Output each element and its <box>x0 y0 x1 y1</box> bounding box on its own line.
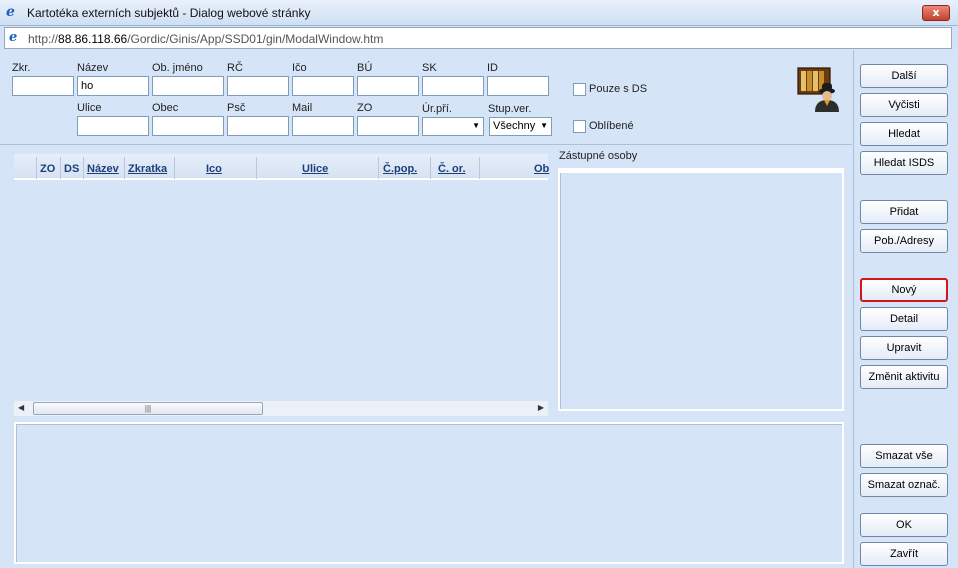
column-ulice[interactable]: Ulice <box>302 163 328 175</box>
obec-label: Obec <box>152 102 179 114</box>
subjects-table[interactable]: ZO DS Název Zkratka Ico Ulice Č.pop. Č. … <box>14 154 549 404</box>
vertical-divider <box>853 50 854 568</box>
column-separator <box>479 157 480 179</box>
zkr-label: Zkr. <box>12 62 31 74</box>
hledat-button[interactable]: Hledat <box>860 122 948 146</box>
chevron-down-icon: ▼ <box>540 121 548 130</box>
ulice-label: Ulice <box>77 102 102 114</box>
dalsi-button[interactable]: Další <box>860 64 948 88</box>
urpri-label: Úr.pří. <box>422 103 452 115</box>
bu-label: BÚ <box>357 62 373 74</box>
sk-input[interactable] <box>422 76 484 96</box>
close-icon: x <box>932 6 940 19</box>
column-separator <box>83 157 84 179</box>
window-title: Kartotéka externích subjektů - Dialog we… <box>27 6 311 20</box>
column-separator <box>378 157 379 179</box>
scroll-left-icon[interactable]: ◀ <box>18 403 24 412</box>
column-separator <box>430 157 431 179</box>
pridat-button[interactable]: Přidat <box>860 200 948 224</box>
zavrit-button[interactable]: Zavřít <box>860 542 948 566</box>
page-icon: e <box>9 30 18 45</box>
filter-divider <box>0 144 852 145</box>
pouze-ds-checkbox[interactable] <box>573 83 586 96</box>
column-cor[interactable]: Č. or. <box>438 163 466 175</box>
nazev-label: Název <box>77 62 109 74</box>
novy-button[interactable]: Nový <box>860 278 948 302</box>
urpri-select[interactable]: ▼ <box>422 117 484 136</box>
ie-icon: e <box>6 4 15 20</box>
scroll-right-icon[interactable]: ▶ <box>538 403 544 412</box>
column-ico[interactable]: Ico <box>206 163 222 175</box>
id-input[interactable] <box>487 76 549 96</box>
obec-input[interactable] <box>152 116 224 136</box>
close-button[interactable]: x <box>922 5 950 21</box>
ulice-input[interactable] <box>77 116 149 136</box>
vycisti-button[interactable]: Vyčisti <box>860 93 948 117</box>
detail-button[interactable]: Detail <box>860 307 948 331</box>
table-horizontal-scrollbar[interactable]: ◀ ||| ▶ <box>14 401 548 416</box>
address-bar: e http://88.86.118.66/Gordic/Ginis/App/S… <box>4 27 952 49</box>
column-separator <box>174 157 175 179</box>
column-separator <box>36 157 37 179</box>
bu-input[interactable] <box>357 76 419 96</box>
zo-label: ZO <box>357 102 373 114</box>
zastupne-osoby-list[interactable] <box>558 168 844 411</box>
zo-input[interactable] <box>357 116 419 136</box>
column-cpop[interactable]: Č.pop. <box>383 163 417 175</box>
column-separator <box>60 157 61 179</box>
objmeno-label: Ob. jméno <box>152 62 203 74</box>
rc-label: RČ <box>227 62 243 74</box>
ok-button[interactable]: OK <box>860 513 948 537</box>
title-bar: e Kartotéka externích subjektů - Dialog … <box>0 0 958 26</box>
url-path: /Gordic/Ginis/App/SSD01/gin/ModalWindow.… <box>127 32 384 46</box>
zmenit-aktivitu-button[interactable]: Změnit aktivitu <box>860 365 948 389</box>
rc-input[interactable] <box>227 76 289 96</box>
ico-label: Ičo <box>292 62 307 74</box>
nazev-input[interactable] <box>77 76 149 96</box>
sk-label: SK <box>422 62 437 74</box>
column-ds[interactable]: DS <box>64 163 79 175</box>
mail-input[interactable] <box>292 116 354 136</box>
oblibene-label: Oblíbené <box>589 120 634 132</box>
smazat-vse-button[interactable]: Smazat vše <box>860 444 948 468</box>
scroll-thumb[interactable]: ||| <box>33 402 263 415</box>
column-separator <box>124 157 125 179</box>
stupver-value: Všechny <box>493 120 536 132</box>
id-label: ID <box>487 62 498 74</box>
url-prefix: http:// <box>28 32 59 46</box>
psc-input[interactable] <box>227 116 289 136</box>
chevron-down-icon: ▼ <box>472 121 480 130</box>
zastupne-osoby-header <box>560 170 842 173</box>
oblibene-checkbox[interactable] <box>573 120 586 133</box>
column-zkratka[interactable]: Zkratka <box>128 163 167 175</box>
mail-label: Mail <box>292 102 313 114</box>
column-zo[interactable]: ZO <box>40 163 55 175</box>
pob-adresy-button[interactable]: Pob./Adresy <box>860 229 948 253</box>
hledat-isds-button[interactable]: Hledat ISDS <box>860 151 948 175</box>
address-url: http://88.86.118.66/Gordic/Ginis/App/SSD… <box>28 32 383 46</box>
upravit-button[interactable]: Upravit <box>860 336 948 360</box>
pouze-ds-label: Pouze s DS <box>589 83 648 95</box>
dialog-body: Zkr. Název Ob. jméno RČ Ičo BÚ SK ID Uli… <box>0 50 958 568</box>
zastupne-osoby-label: Zástupné osoby <box>559 150 638 162</box>
column-ob[interactable]: Ob <box>534 163 549 175</box>
stupver-label: Stup.ver. <box>488 103 532 115</box>
url-host: 88.86.118.66 <box>58 32 128 46</box>
zkr-input[interactable] <box>12 76 74 96</box>
detail-panel <box>14 422 844 564</box>
ico-input[interactable] <box>292 76 354 96</box>
stupver-select[interactable]: Všechny ▼ <box>489 117 552 136</box>
table-header: ZO DS Název Zkratka Ico Ulice Č.pop. Č. … <box>14 154 549 180</box>
smazat-oznac-button[interactable]: Smazat označ. <box>860 473 948 497</box>
column-separator <box>256 157 257 179</box>
column-nazev[interactable]: Název <box>87 163 119 175</box>
archive-person-icon <box>797 67 839 112</box>
objmeno-input[interactable] <box>152 76 224 96</box>
psc-label: Psč <box>227 102 246 114</box>
